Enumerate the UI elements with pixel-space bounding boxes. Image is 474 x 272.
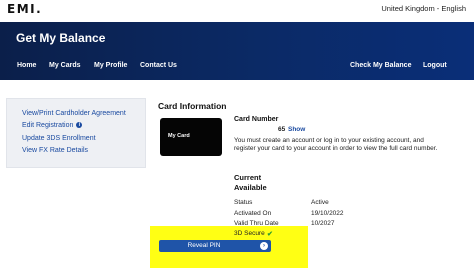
sidebar-link-fx-rate[interactable]: View FX Rate Details bbox=[22, 147, 88, 154]
availability-title-line2: Available bbox=[234, 183, 267, 192]
card-number-value: 65 bbox=[278, 126, 286, 133]
sidebar-link-cardholder-agreement[interactable]: View/Print Cardholder Agreement bbox=[22, 110, 126, 117]
activated-on-value: 19/10/2022 bbox=[311, 210, 344, 217]
valid-thru-value: 10/2027 bbox=[311, 220, 335, 227]
reveal-pin-label: Reveal PIN bbox=[187, 242, 221, 249]
status-label: Status bbox=[234, 199, 253, 206]
nav-my-profile[interactable]: My Profile bbox=[94, 62, 127, 69]
nav-home[interactable]: Home bbox=[17, 62, 36, 69]
status-value: Active bbox=[311, 199, 329, 206]
availability-title-line1: Current bbox=[234, 173, 262, 182]
main-nav: Home My Cards My Profile Contact Us Chec… bbox=[0, 62, 474, 76]
card-info-title: Card Information bbox=[158, 101, 227, 111]
show-card-number-link[interactable]: Show bbox=[288, 126, 305, 133]
reveal-pin-button[interactable]: Reveal PIN › bbox=[159, 240, 271, 252]
card-label: My Card bbox=[168, 133, 190, 139]
3d-secure-label: 3D Secure bbox=[234, 230, 265, 237]
register-message: You must create an account or log in to … bbox=[234, 137, 438, 153]
activated-on-label: Activated On bbox=[234, 210, 272, 217]
info-icon[interactable]: i bbox=[76, 122, 83, 128]
sidebar-link-label[interactable]: Edit Registration bbox=[22, 122, 73, 129]
nav-my-cards[interactable]: My Cards bbox=[49, 62, 81, 69]
nav-check-balance[interactable]: Check My Balance bbox=[350, 62, 411, 69]
page-title: Get My Balance bbox=[16, 31, 106, 45]
top-bar: EMI. United Kingdom - English bbox=[0, 0, 474, 22]
sidebar-link-3ds-enrollment[interactable]: Update 3DS Enrollment bbox=[22, 135, 96, 142]
sidebar-link-edit-registration[interactable]: Edit Registration i bbox=[22, 122, 83, 129]
chevron-right-icon: › bbox=[260, 242, 268, 250]
sidebar: View/Print Cardholder Agreement Edit Reg… bbox=[6, 98, 146, 168]
card-image[interactable]: My Card bbox=[160, 118, 222, 156]
nav-contact-us[interactable]: Contact Us bbox=[140, 62, 177, 69]
card-number-label: Card Number bbox=[234, 116, 279, 123]
locale-selector[interactable]: United Kingdom - English bbox=[381, 4, 466, 13]
brand-logo[interactable]: EMI. bbox=[7, 2, 42, 16]
logout-link[interactable]: Logout bbox=[423, 62, 447, 69]
check-icon: ✔ bbox=[267, 231, 273, 238]
